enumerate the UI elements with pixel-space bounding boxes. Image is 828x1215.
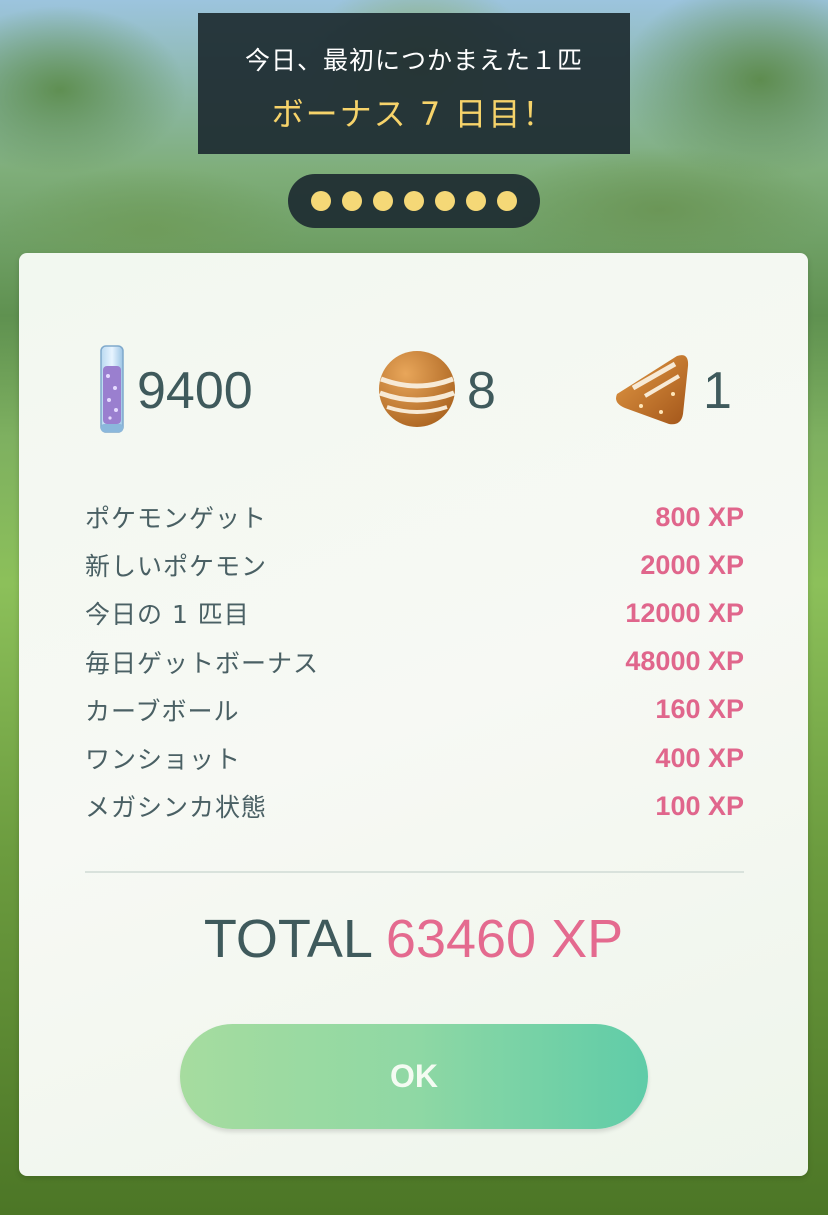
stardust-count: 9400 (137, 362, 253, 420)
streak-dot-1 (311, 191, 331, 211)
xp-value: 160 XP (655, 694, 744, 725)
xp-row: ポケモンゲット 800 XP (85, 493, 744, 541)
candy-reward: 8 (377, 341, 496, 441)
xl-candy-count: 1 (703, 362, 732, 420)
xp-label: カーブボール (85, 696, 240, 726)
daily-bonus-banner: 今日、最初につかまえた１匹 ボーナス 7 日目！ (198, 13, 630, 154)
streak-dot-5 (435, 191, 455, 211)
stardust-icon (97, 344, 127, 438)
catch-results-card: 9400 8 1 ポケモンゲット 800 XP 新しいポケモン 2000 XP … (19, 253, 808, 1176)
streak-dot-3 (373, 191, 393, 211)
xp-row: ワンショット 400 XP (85, 734, 744, 782)
ok-button[interactable]: OK (180, 1024, 648, 1129)
xp-breakdown-list: ポケモンゲット 800 XP 新しいポケモン 2000 XP 今日の 1 匹目 … (85, 493, 744, 830)
xp-row: 新しいポケモン 2000 XP (85, 541, 744, 589)
xp-value: 100 XP (655, 790, 744, 821)
xp-row: 今日の 1 匹目 12000 XP (85, 589, 744, 637)
xl-candy-icon (611, 348, 693, 434)
xp-value: 2000 XP (640, 549, 744, 580)
streak-dot-4 (404, 191, 424, 211)
streak-dot-6 (466, 191, 486, 211)
xp-row: カーブボール 160 XP (85, 686, 744, 734)
streak-dot-2 (342, 191, 362, 211)
xp-label: 新しいポケモン (85, 552, 268, 582)
divider (85, 871, 744, 873)
xp-row: 毎日ゲットボーナス 48000 XP (85, 638, 744, 686)
xp-label: 今日の 1 匹目 (85, 600, 250, 630)
bonus-subtitle: 今日、最初につかまえた１匹 (244, 46, 583, 75)
stardust-reward: 9400 (97, 341, 253, 441)
bonus-title: ボーナス 7 日目！ (271, 95, 557, 133)
xp-label: ワンショット (85, 745, 242, 775)
xp-value: 48000 XP (625, 646, 744, 677)
xp-value: 800 XP (655, 501, 744, 532)
streak-dot-7 (497, 191, 517, 211)
xp-label: 毎日ゲットボーナス (85, 648, 320, 678)
xp-row: メガシンカ状態 100 XP (85, 782, 744, 830)
candy-icon (377, 349, 457, 433)
candy-count: 8 (467, 362, 496, 420)
xp-value: 12000 XP (625, 597, 744, 628)
streak-indicator (288, 174, 540, 228)
rewards-row: 9400 8 1 (19, 341, 808, 441)
xp-label: メガシンカ状態 (85, 793, 268, 823)
total-label: TOTAL (203, 909, 371, 969)
xp-value: 400 XP (655, 742, 744, 773)
xl-candy-reward: 1 (611, 341, 732, 441)
total-xp: TOTAL 63460 XP (19, 908, 808, 970)
xp-label: ポケモンゲット (85, 504, 268, 534)
total-value: 63460 XP (385, 909, 624, 969)
